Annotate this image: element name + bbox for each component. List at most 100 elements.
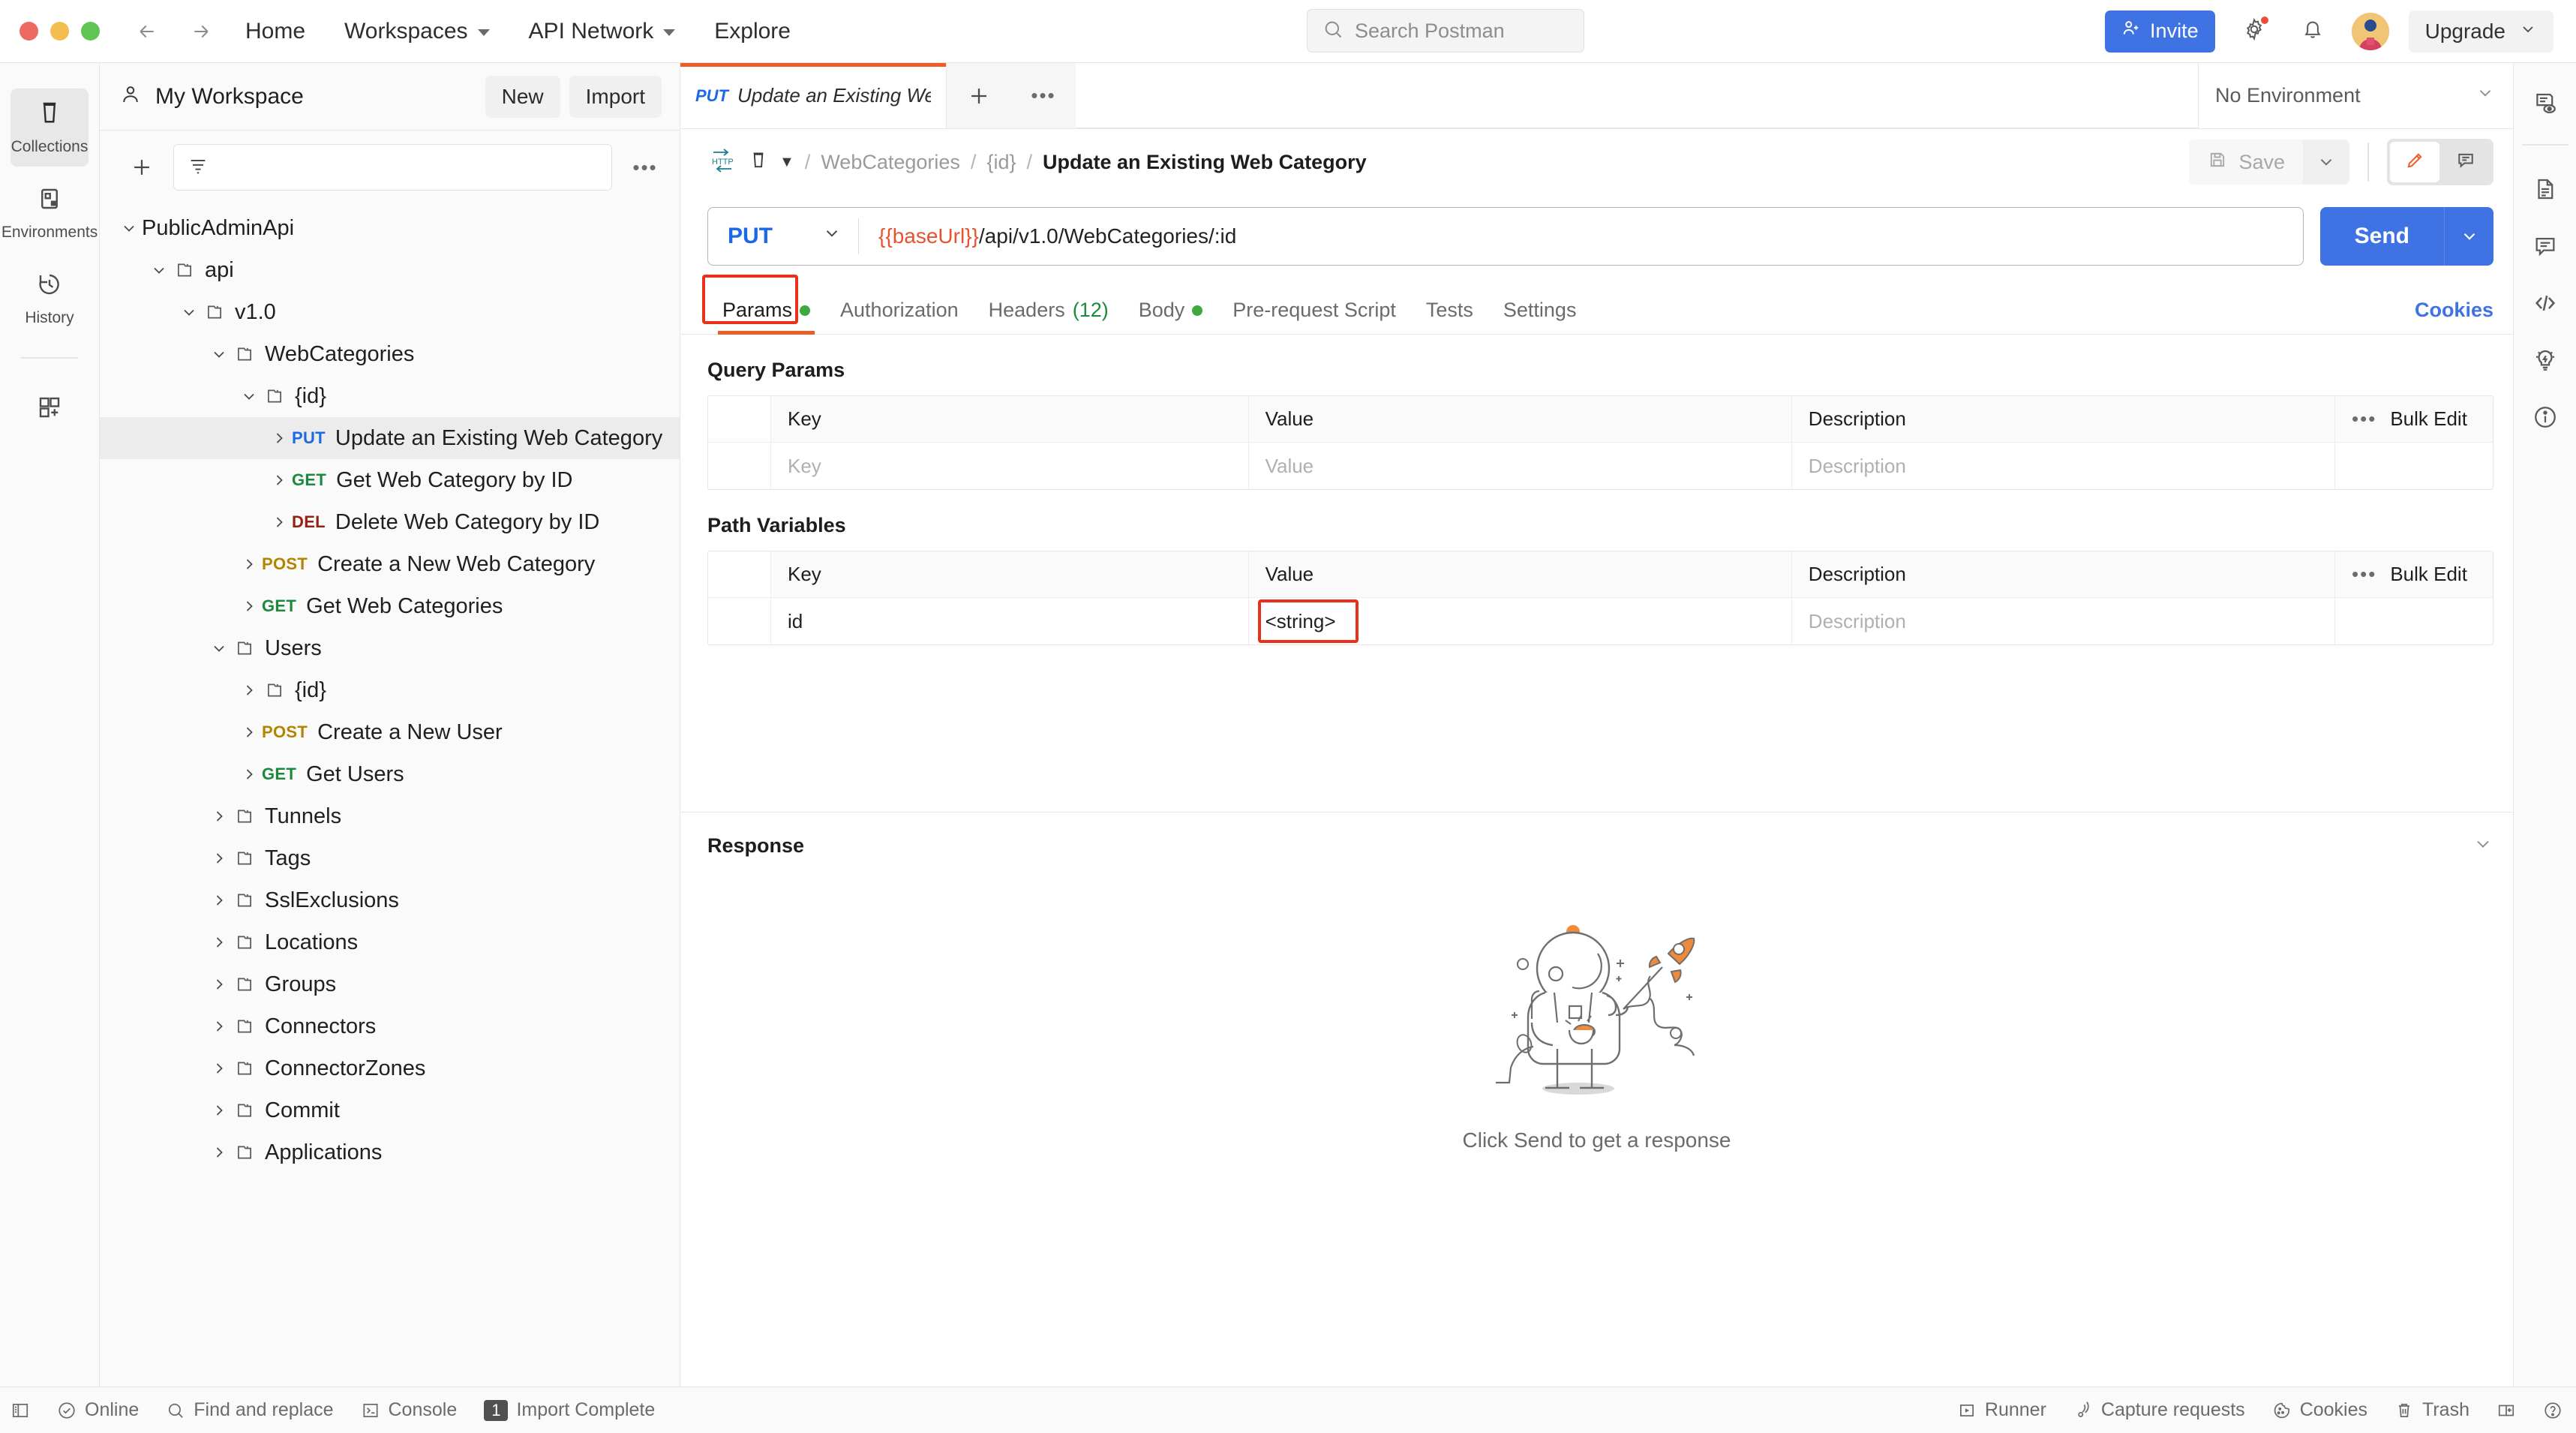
tree-folder-item[interactable]: Connectors <box>100 1005 680 1047</box>
cookies-link[interactable]: Cookies <box>2415 299 2493 334</box>
tree-folder-item[interactable]: v1.0 <box>100 291 680 333</box>
environment-selector[interactable]: No Environment <box>2198 63 2513 128</box>
chevron-down-icon[interactable] <box>146 261 172 279</box>
collection-more-button[interactable]: ••• <box>627 151 663 184</box>
avatar[interactable] <box>2351 12 2389 50</box>
save-button[interactable]: Save <box>2189 140 2303 185</box>
info-circle-icon[interactable] <box>2521 393 2569 441</box>
sidebar-item-history[interactable]: History <box>11 260 89 338</box>
chevron-right-icon[interactable] <box>266 471 292 489</box>
tree-request-item[interactable]: GET Get Web Category by ID <box>100 459 680 501</box>
chevron-right-icon[interactable] <box>206 1143 232 1161</box>
select-all-checkbox-cell[interactable] <box>708 396 771 442</box>
import-complete-status[interactable]: 1 Import Complete <box>484 1399 655 1421</box>
tree-request-item[interactable]: POST Create a New User <box>100 711 680 753</box>
search-input[interactable]: Search Postman <box>1307 9 1584 53</box>
tree-request-item[interactable]: GET Get Users <box>100 753 680 795</box>
documentation-icon[interactable] <box>2521 165 2569 213</box>
filter-input[interactable] <box>173 144 612 191</box>
http-method-select[interactable]: PUT <box>708 224 858 249</box>
chevron-down-icon[interactable] <box>176 303 202 321</box>
console-button[interactable]: Console <box>361 1399 457 1421</box>
query-param-value-input[interactable]: Value <box>1249 443 1792 489</box>
minimize-window-button[interactable] <box>50 22 69 41</box>
new-tab-button[interactable] <box>947 63 1011 128</box>
chevron-down-icon[interactable] <box>206 639 232 657</box>
bulk-edit-button[interactable]: Bulk Edit <box>2390 407 2467 431</box>
edit-mode-button[interactable] <box>2390 142 2439 182</box>
chevron-right-icon[interactable] <box>206 891 232 909</box>
help-button[interactable] <box>2543 1401 2562 1420</box>
tree-request-item[interactable]: POST Create a New Web Category <box>100 543 680 585</box>
table-row[interactable]: Key Value Description <box>708 443 2493 489</box>
new-button[interactable]: New <box>485 75 560 118</box>
nav-explore[interactable]: Explore <box>711 14 794 49</box>
back-arrow-icon[interactable] <box>136 20 158 43</box>
chevron-right-icon[interactable] <box>236 681 262 699</box>
tab-tests[interactable]: Tests <box>1411 299 1488 334</box>
tree-folder-item[interactable]: api <box>100 249 680 291</box>
chevron-right-icon[interactable] <box>236 555 262 573</box>
maximize-window-button[interactable] <box>81 22 100 41</box>
forward-arrow-icon[interactable] <box>190 20 212 43</box>
chevron-right-icon[interactable] <box>236 723 262 741</box>
tab-settings[interactable]: Settings <box>1488 299 1592 334</box>
find-and-replace-button[interactable]: Find and replace <box>166 1399 334 1421</box>
query-param-description-input[interactable]: Description <box>1792 443 2336 489</box>
breadcrumb-collection-caret-icon[interactable]: ▼ <box>779 154 794 171</box>
tree-folder-item[interactable]: Locations <box>100 921 680 963</box>
breadcrumb-item-id[interactable]: {id} <box>986 151 1016 174</box>
tab-body[interactable]: Body <box>1124 299 1218 334</box>
chevron-right-icon[interactable] <box>206 975 232 993</box>
code-icon[interactable] <box>2521 279 2569 327</box>
tab-pre-request-script[interactable]: Pre-request Script <box>1217 299 1411 334</box>
send-dropdown-button[interactable] <box>2444 207 2493 266</box>
tab-params[interactable]: Params <box>707 299 825 335</box>
save-dropdown-button[interactable] <box>2303 140 2349 185</box>
tree-folder-item[interactable]: Tunnels <box>100 795 680 837</box>
upgrade-button[interactable]: Upgrade <box>2408 10 2553 53</box>
notifications-button[interactable] <box>2293 12 2332 51</box>
status-online[interactable]: Online <box>57 1399 139 1421</box>
path-variables-more-button[interactable]: ••• <box>2352 563 2376 586</box>
tabs-more-button[interactable]: ••• <box>1011 63 1076 128</box>
chevron-right-icon[interactable] <box>206 807 232 825</box>
add-collection-button[interactable] <box>125 151 158 184</box>
breadcrumb-item-webcategories[interactable]: WebCategories <box>821 151 960 174</box>
request-tab[interactable]: PUT Update an Existing Web C <box>680 63 947 128</box>
trash-button[interactable]: Trash <box>2394 1399 2469 1421</box>
tree-folder-item[interactable]: PublicAdminApi <box>100 207 680 249</box>
chevron-down-icon[interactable] <box>206 345 232 363</box>
settings-button[interactable] <box>2235 12 2274 51</box>
info-bolt-lightbulb-icon[interactable] <box>2521 336 2569 384</box>
import-button[interactable]: Import <box>569 75 662 118</box>
select-all-checkbox-cell[interactable] <box>708 551 771 597</box>
row-checkbox-cell[interactable] <box>708 443 771 489</box>
nav-api-network[interactable]: API Network <box>526 14 679 49</box>
url-input[interactable]: {{baseUrl}}/api/v1.0/WebCategories/:id <box>859 224 2303 248</box>
layout-panel-button[interactable] <box>2496 1401 2516 1420</box>
tab-headers[interactable]: Headers (12) <box>974 299 1124 334</box>
chevron-right-icon[interactable] <box>206 849 232 867</box>
bulk-edit-button[interactable]: Bulk Edit <box>2390 563 2467 586</box>
chevron-right-icon[interactable] <box>236 765 262 783</box>
table-row[interactable]: id <string> Description <box>708 598 2493 644</box>
chevron-down-icon[interactable] <box>236 387 262 405</box>
nav-workspaces[interactable]: Workspaces <box>341 14 493 49</box>
path-variable-description-input[interactable]: Description <box>1792 598 2336 644</box>
chevron-right-icon[interactable] <box>266 513 292 531</box>
sidebar-item-apps[interactable] <box>11 371 89 449</box>
chevron-right-icon[interactable] <box>266 429 292 447</box>
tree-folder-item[interactable]: Users <box>100 627 680 669</box>
sidebar-toggle-button[interactable] <box>11 1401 30 1420</box>
chevron-down-icon[interactable] <box>116 219 142 237</box>
sidebar-item-environments[interactable]: Environments <box>2 174 98 252</box>
nav-home[interactable]: Home <box>242 14 308 49</box>
response-collapse-button[interactable] <box>2472 834 2493 858</box>
query-params-more-button[interactable]: ••• <box>2352 407 2376 431</box>
sidebar-item-collections[interactable]: Collections <box>11 89 89 167</box>
tree-request-item[interactable]: DEL Delete Web Category by ID <box>100 501 680 543</box>
collection-icon[interactable] <box>748 150 769 175</box>
chevron-right-icon[interactable] <box>206 1059 232 1077</box>
tree-folder-item[interactable]: Tags <box>100 837 680 879</box>
